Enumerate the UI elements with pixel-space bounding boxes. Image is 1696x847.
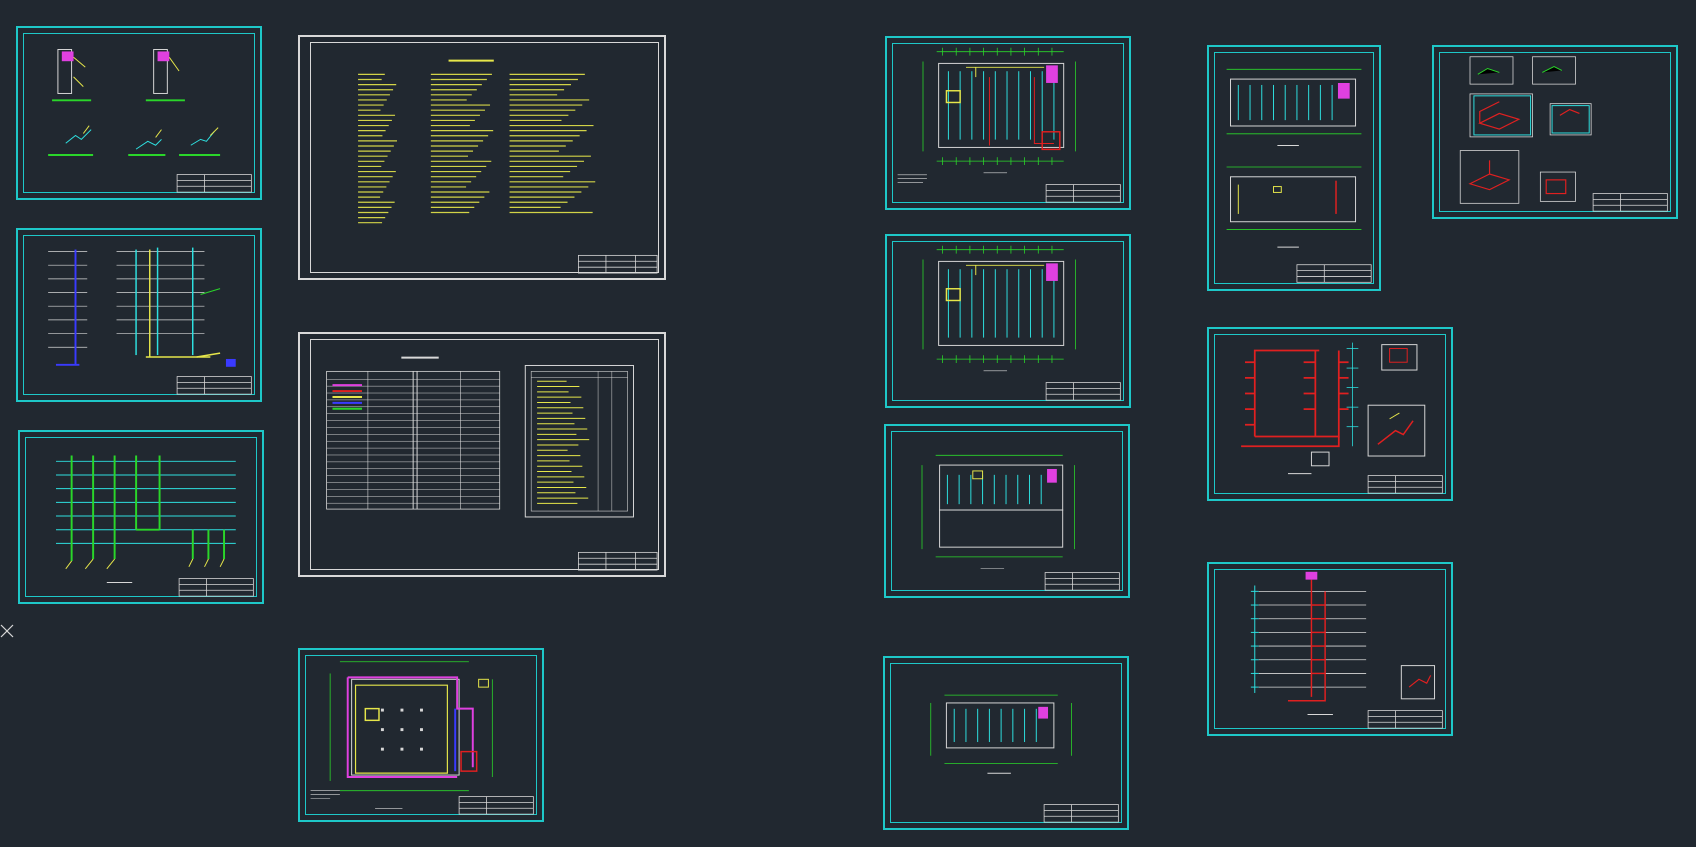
floor-plan-2-drawing bbox=[922, 245, 1121, 401]
floor-plan-1-drawing bbox=[897, 47, 1121, 203]
cad-canvas[interactable] bbox=[0, 0, 1696, 847]
axonometric-details-drawing bbox=[1459, 56, 1668, 212]
sheet-pipe-system-diagram[interactable] bbox=[18, 430, 264, 604]
floor-plan-3-drawing bbox=[921, 454, 1120, 591]
sheet-basement-floor-plan[interactable] bbox=[298, 648, 544, 822]
legend-table-drawing bbox=[326, 356, 658, 571]
sheet-drainage-system[interactable] bbox=[1207, 562, 1453, 736]
sheet-floor-plan-4[interactable] bbox=[883, 656, 1129, 830]
design-notes-text-block bbox=[358, 59, 658, 274]
basement-plan-drawing bbox=[310, 661, 534, 815]
sheet-axonometric-details[interactable] bbox=[1432, 45, 1678, 219]
sheet-design-notes[interactable] bbox=[298, 35, 666, 280]
pipe-system-drawing bbox=[56, 455, 254, 597]
drainage-system-drawing bbox=[1250, 571, 1443, 729]
sheet-floor-plan-2[interactable] bbox=[885, 234, 1131, 408]
riser-details-drawing bbox=[48, 49, 252, 193]
riser-diagram-drawing bbox=[48, 247, 252, 395]
sprinkler-system-drawing bbox=[1241, 342, 1443, 494]
sheet-sprinkler-system[interactable] bbox=[1207, 327, 1453, 501]
sheet-floor-plan-1[interactable] bbox=[885, 36, 1131, 210]
sheet-floor-plan-3[interactable] bbox=[884, 424, 1130, 598]
roof-plans-drawing bbox=[1226, 68, 1372, 283]
sheet-legend-equipment-table[interactable] bbox=[298, 332, 666, 577]
floor-plan-4-drawing bbox=[930, 694, 1119, 823]
crosshair-cursor-icon bbox=[0, 624, 14, 638]
sheet-riser-diagram[interactable] bbox=[16, 228, 262, 402]
sheet-riser-details[interactable] bbox=[16, 26, 262, 200]
sheet-roof-floor-plans[interactable] bbox=[1207, 45, 1381, 291]
